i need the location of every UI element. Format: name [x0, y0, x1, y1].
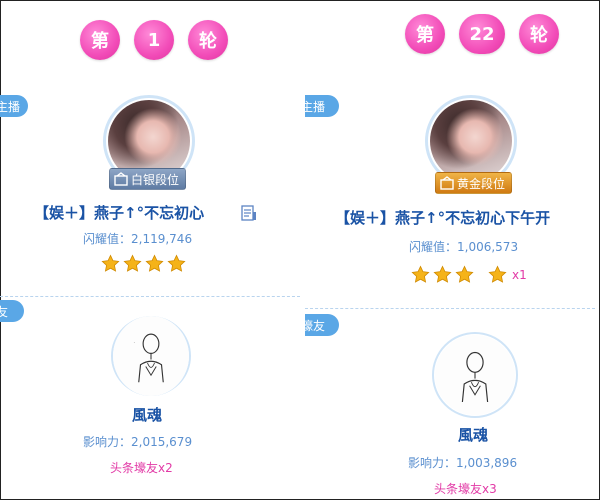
- friend-avatar[interactable]: [432, 332, 518, 418]
- friend-title-tag: 头条壕友x2: [110, 461, 173, 475]
- rank-badge-label: 黄金段位: [457, 176, 506, 191]
- star-icon: [123, 254, 142, 272]
- host-tab[interactable]: 主播: [0, 95, 28, 117]
- star-icon: [488, 265, 507, 283]
- friend-tab[interactable]: 友: [0, 300, 24, 322]
- rank-badge-icon: [440, 176, 454, 190]
- star-icon: [433, 265, 452, 283]
- sketch-figure-icon: [461, 351, 489, 403]
- round-panel-right: 第 22 轮 主播 黄金段位 【娱＋】燕子↑°不忘初心下午开 闪耀值：1,006…: [305, 0, 600, 500]
- round-number: 22: [459, 14, 505, 54]
- round-prefix: 第: [405, 14, 445, 54]
- star-icon: [167, 254, 186, 272]
- round-number: 1: [134, 20, 174, 60]
- round-indicator: 第 1 轮: [80, 20, 228, 60]
- section-divider: [0, 296, 300, 297]
- round-suffix: 轮: [519, 14, 559, 54]
- rank-badge-icon: [114, 172, 128, 186]
- rank-badge-label: 白银段位: [131, 172, 180, 187]
- star-icon: [145, 254, 164, 272]
- document-icon[interactable]: [240, 204, 258, 222]
- host-tab[interactable]: 主播: [305, 95, 339, 117]
- friend-influence-value: 影响力：1,003,896: [408, 456, 518, 470]
- rank-badge: 白银段位: [109, 168, 187, 190]
- friend-name[interactable]: 風魂: [458, 424, 488, 445]
- round-panel-left: 第 1 轮 主播 白银段位 【娱＋】燕子↑°不忘初心 闪耀值：2,119,746…: [0, 0, 300, 500]
- friend-avatar[interactable]: ·: [111, 316, 191, 396]
- round-prefix: 第: [80, 20, 120, 60]
- friend-avatar-sketch: [435, 335, 515, 415]
- host-name[interactable]: 【娱＋】燕子↑°不忘初心下午开: [335, 207, 550, 228]
- host-name[interactable]: 【娱＋】燕子↑°不忘初心: [34, 202, 204, 223]
- star-icon: [411, 265, 430, 283]
- host-star-rating: [101, 254, 186, 273]
- star-multiplier: x1: [512, 267, 527, 282]
- sketch-figure-icon: ·: [134, 333, 164, 383]
- round-suffix: 轮: [188, 20, 228, 60]
- svg-text:·: ·: [134, 341, 135, 346]
- host-shine-value: 闪耀值：2,119,746: [83, 232, 193, 246]
- friend-name[interactable]: 風魂: [132, 404, 162, 425]
- friend-title-tag: 头条壕友x3: [434, 482, 497, 496]
- host-avatar-photo: [430, 100, 512, 182]
- host-star-rating: x1: [411, 265, 527, 284]
- star-icon: [455, 265, 474, 283]
- friend-influence-value: 影响力：2,015,679: [83, 435, 193, 449]
- host-shine-value: 闪耀值：1,006,573: [409, 240, 519, 254]
- friend-tab[interactable]: 壕友: [305, 314, 339, 336]
- rank-badge: 黄金段位: [435, 172, 513, 194]
- friend-avatar-sketch: ·: [113, 316, 189, 396]
- section-divider: [305, 308, 595, 309]
- round-indicator: 第 22 轮: [405, 14, 559, 54]
- star-icon: [101, 254, 120, 272]
